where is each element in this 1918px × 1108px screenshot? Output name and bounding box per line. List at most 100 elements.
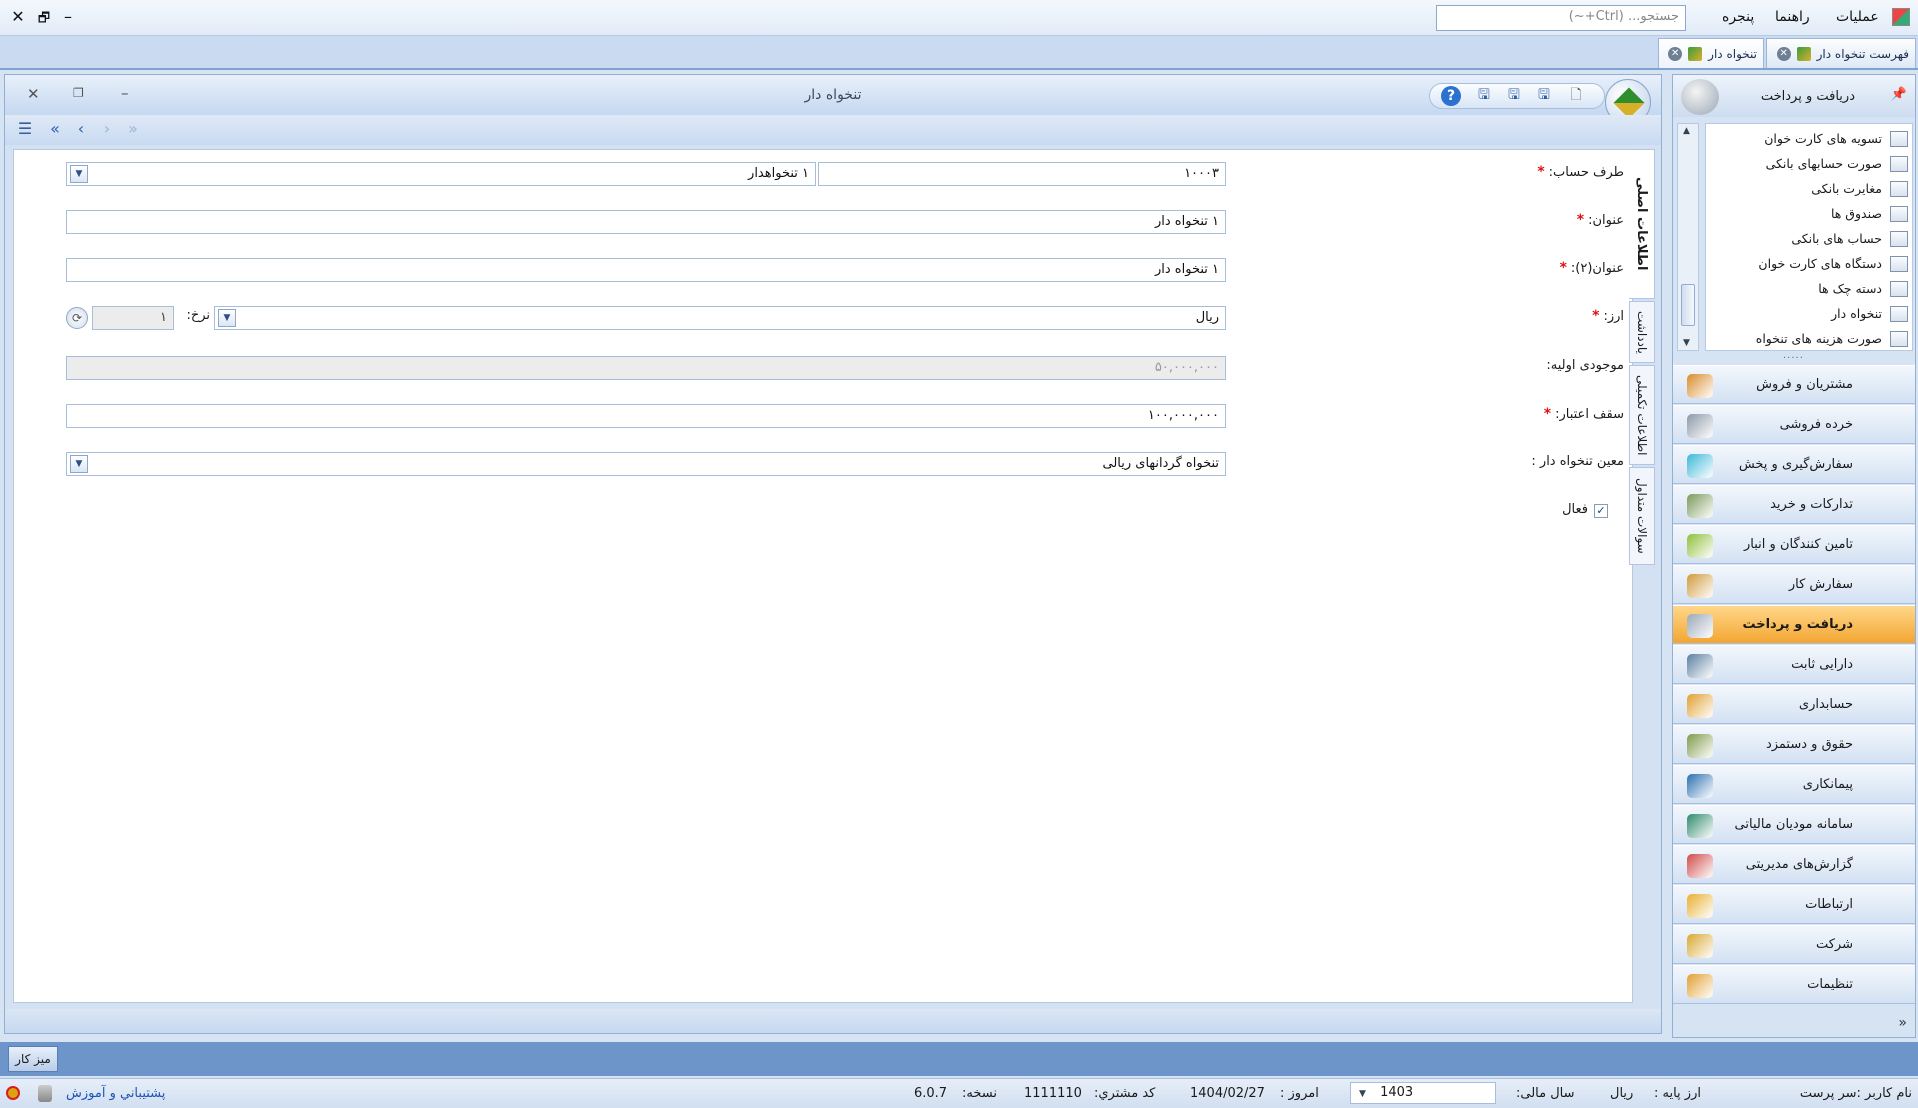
module-icon xyxy=(1687,894,1713,918)
list-item[interactable]: صورت هزینه های تنخواه xyxy=(1710,326,1908,351)
menu-help[interactable]: راهنما xyxy=(1775,9,1810,25)
support-link[interactable]: پشتيباني و آموزش xyxy=(66,1086,165,1101)
tab-petty-cash-holder[interactable]: تنخواه دار ✕ xyxy=(1658,38,1764,68)
tab-notes[interactable]: یادداشت xyxy=(1629,301,1655,363)
module-button[interactable]: تدارکات و خرید xyxy=(1673,485,1915,524)
fiscal-year-select[interactable]: ▼ 1403 xyxy=(1350,1082,1496,1104)
module-icon xyxy=(1687,734,1713,758)
pin-icon[interactable]: 📌 xyxy=(1891,87,1907,102)
title2-label: عنوان(۲):* xyxy=(1559,260,1624,276)
tab-faq[interactable]: سوالات متداول xyxy=(1629,467,1655,565)
tab-petty-cash-list[interactable]: فهرست تنخواه دار ✕ xyxy=(1766,38,1916,68)
module-label: مشتریان و فروش xyxy=(1756,377,1853,392)
scroll-up-icon[interactable]: ▲ xyxy=(1683,126,1690,136)
account-field[interactable]: تنخواه گردانهای ریالی xyxy=(66,452,1226,476)
list-item[interactable]: حساب های بانکی xyxy=(1710,226,1908,251)
module-button[interactable]: شرکت xyxy=(1673,925,1915,964)
scroll-down-icon[interactable]: ▼ xyxy=(1683,338,1690,348)
module-button[interactable]: پیمانکاری xyxy=(1673,765,1915,804)
module-label: حقوق و دستمزد xyxy=(1765,737,1853,752)
list-view-icon[interactable]: ☰ xyxy=(13,119,37,138)
form-list-icon xyxy=(1890,305,1908,322)
module-label: ارتباطات xyxy=(1805,897,1853,912)
module-label: تامین کنندگان و انبار xyxy=(1744,537,1853,552)
module-button[interactable]: گزارش‌های مدیریتی xyxy=(1673,845,1915,884)
module-button[interactable]: دارایی ثابت xyxy=(1673,645,1915,684)
account-label: معین تنخواه دار : xyxy=(1531,454,1624,469)
form-list-icon xyxy=(1890,155,1908,172)
module-label: شرکت xyxy=(1815,937,1853,952)
form-list-icon xyxy=(1890,205,1908,222)
save-icon[interactable]: 🖫 xyxy=(1533,85,1555,107)
list-item[interactable]: صندوق ها xyxy=(1710,201,1908,226)
list-item[interactable]: دسته چک ها xyxy=(1710,276,1908,301)
module-label: سفارش کار xyxy=(1788,577,1853,592)
counterparty-code-field[interactable]: ۱۰۰۰۳ xyxy=(818,162,1226,186)
list-item[interactable]: تسویه های کارت خوان xyxy=(1710,126,1908,151)
currency-field[interactable]: ریال xyxy=(214,306,1226,330)
chevron-down-icon[interactable]: ▼ xyxy=(70,165,88,183)
scroll-thumb[interactable] xyxy=(1681,284,1695,326)
help-icon[interactable]: ? xyxy=(1441,86,1461,106)
tab-extra-info[interactable]: اطلاعات تکمیلی xyxy=(1629,365,1655,465)
module-button[interactable]: دریافت و پرداخت xyxy=(1673,605,1915,644)
module-button[interactable]: سامانه مودیان مالیاتی xyxy=(1673,805,1915,844)
module-button[interactable]: تنظیمات xyxy=(1673,965,1915,1004)
chevron-down-icon[interactable]: ▼ xyxy=(70,455,88,473)
title2-field[interactable]: ۱ تنخواه دار xyxy=(66,258,1226,282)
petty-cash-icon xyxy=(1796,46,1811,61)
module-label: تنظیمات xyxy=(1807,977,1853,992)
form-list-icon xyxy=(1890,130,1908,147)
active-checkbox[interactable]: ✓ xyxy=(1594,504,1608,518)
module-button[interactable]: خرده فروشی xyxy=(1673,405,1915,444)
petty-cash-icon xyxy=(1688,46,1703,61)
refresh-rate-icon[interactable]: ⟳ xyxy=(66,307,88,329)
notification-icon[interactable] xyxy=(6,1086,20,1100)
title-field[interactable]: ۱ تنخواه دار xyxy=(66,210,1226,234)
counterparty-name-field[interactable]: ۱ تنخواهدار xyxy=(66,162,816,186)
module-button[interactable]: مشتریان و فروش xyxy=(1673,365,1915,404)
credit-limit-field[interactable]: ۱۰۰,۰۰۰,۰۰۰ xyxy=(66,404,1226,428)
form-list-icon xyxy=(1890,230,1908,247)
sublist-scrollbar[interactable]: ▲ ▼ xyxy=(1677,123,1699,351)
module-icon xyxy=(1687,414,1713,438)
last-record-icon[interactable]: » xyxy=(121,119,145,138)
fiscal-year-label: سال مالی: xyxy=(1516,1086,1575,1101)
search-input[interactable]: جستجو... (Ctrl+~) xyxy=(1436,5,1686,31)
close-icon[interactable]: ✕ xyxy=(1668,46,1683,61)
module-button[interactable]: سفارش کار xyxy=(1673,565,1915,604)
version-value: 6.0.7 xyxy=(914,1086,948,1101)
close-app-icon[interactable]: ✕ xyxy=(10,7,26,26)
save-new-icon[interactable]: 🖫 xyxy=(1503,85,1525,107)
menu-operations[interactable]: عملیات xyxy=(1836,9,1879,25)
taskbar: میز کار xyxy=(0,1042,1918,1076)
list-item[interactable]: دستگاه های کارت خوان xyxy=(1710,251,1908,276)
module-button[interactable]: حسابداری xyxy=(1673,685,1915,724)
next-record-icon[interactable]: › xyxy=(95,119,119,138)
module-label: خرده فروشی xyxy=(1779,417,1853,432)
module-button[interactable]: حقوق و دستمزد xyxy=(1673,725,1915,764)
minimize-app-icon[interactable]: – xyxy=(60,7,76,26)
rate-field[interactable]: ۱ xyxy=(92,306,174,330)
chevron-down-icon[interactable]: ▼ xyxy=(218,309,236,327)
module-button[interactable]: ارتباطات xyxy=(1673,885,1915,924)
splitter-handle[interactable]: ····· xyxy=(1783,353,1804,364)
desktop-button[interactable]: میز کار xyxy=(8,1046,58,1072)
module-label: سامانه مودیان مالیاتی xyxy=(1734,817,1853,832)
module-button[interactable]: سفارش‌گیری و پخش xyxy=(1673,445,1915,484)
tab-main-info[interactable]: اطلاعات اصلی xyxy=(1629,149,1655,299)
list-item[interactable]: مغایرت بانکی xyxy=(1710,176,1908,201)
module-button[interactable]: تامین کنندگان و انبار xyxy=(1673,525,1915,564)
chevron-down-icon: ▼ xyxy=(1359,1089,1366,1099)
first-record-icon[interactable]: « xyxy=(43,119,67,138)
previous-record-icon[interactable]: ‹ xyxy=(69,119,93,138)
restore-app-icon[interactable]: 🗗 xyxy=(36,9,52,31)
close-icon[interactable]: ✕ xyxy=(1776,46,1791,61)
module-icon xyxy=(1687,774,1713,798)
list-item[interactable]: تنخواه دار xyxy=(1710,301,1908,326)
new-document-icon[interactable]: 🗋 xyxy=(1565,85,1587,107)
chevron-down-icon[interactable]: » xyxy=(1898,1015,1907,1031)
save-close-icon[interactable]: 🖫 xyxy=(1473,85,1495,107)
menu-window[interactable]: پنجره xyxy=(1722,9,1754,25)
list-item[interactable]: صورت حسابهای بانکی xyxy=(1710,151,1908,176)
